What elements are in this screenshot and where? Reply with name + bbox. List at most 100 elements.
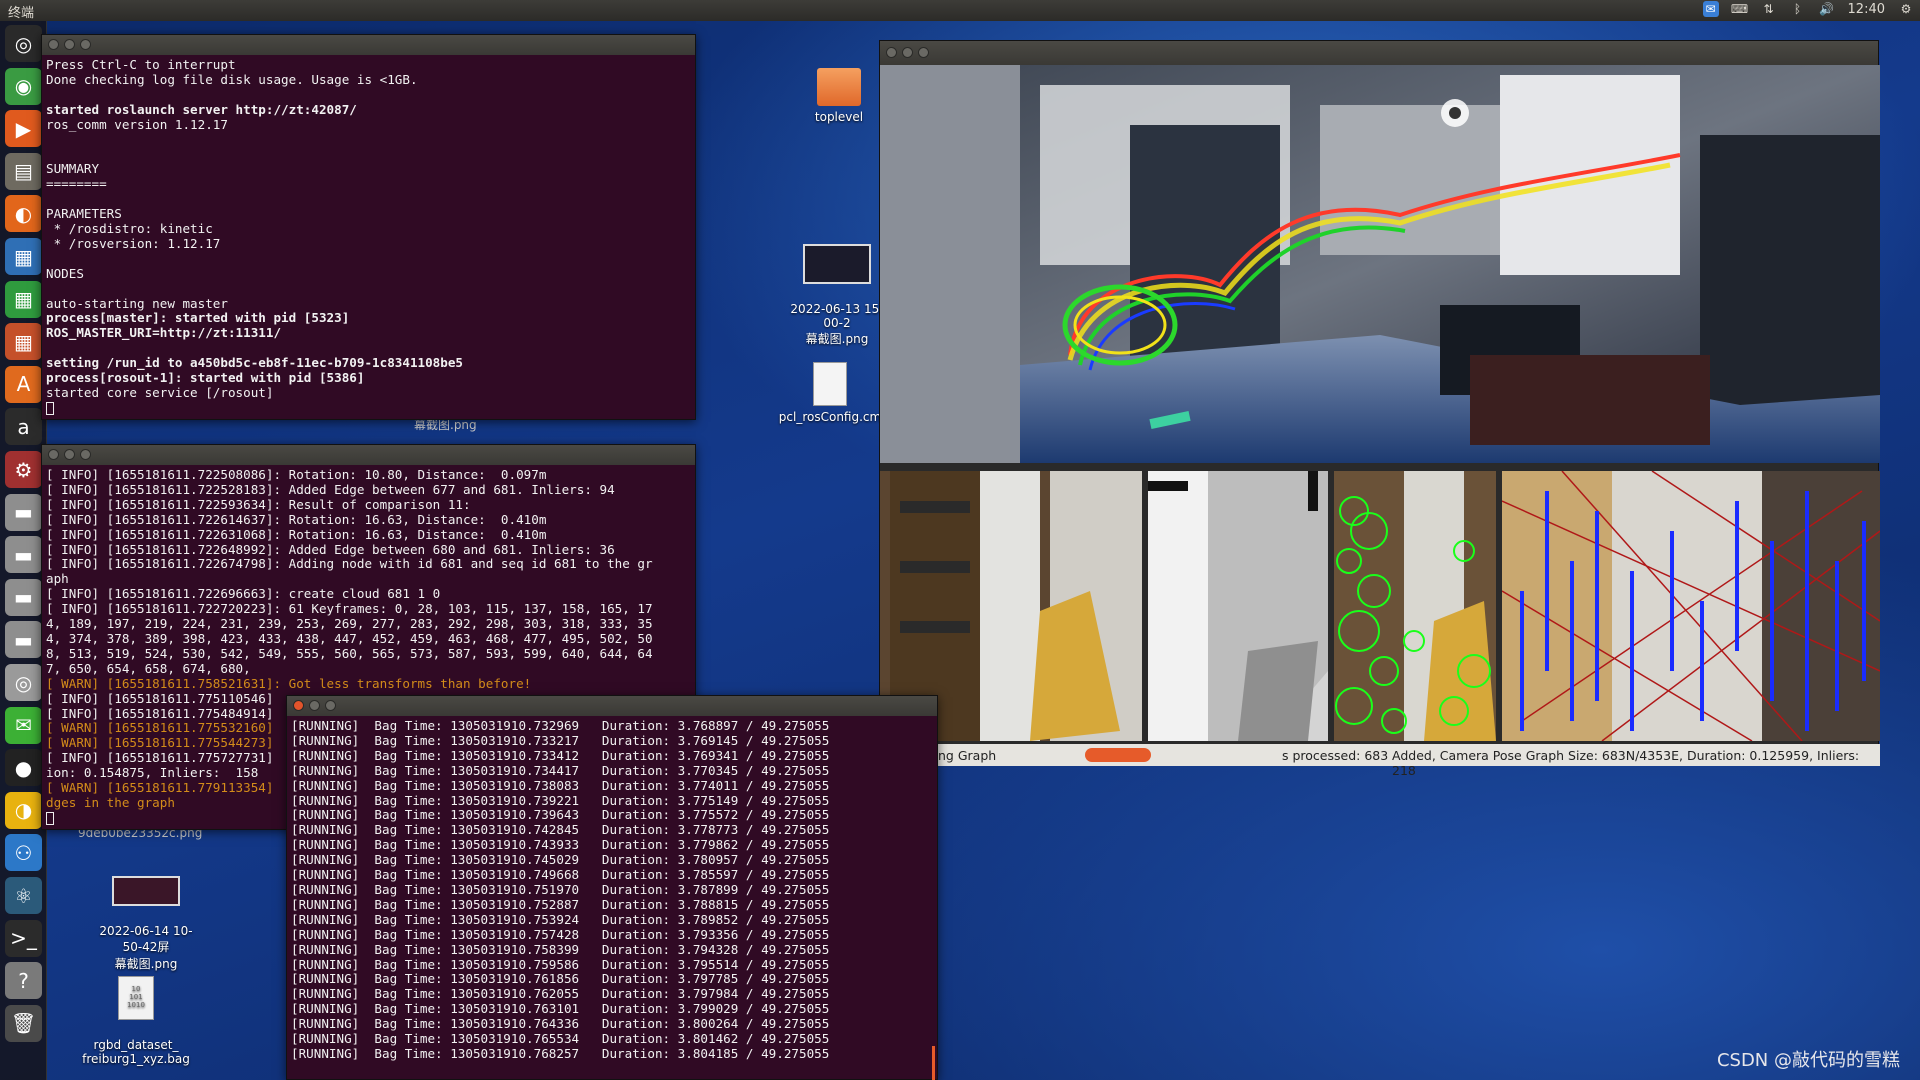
terminal-line: 4, 374, 378, 389, 398, 423, 433, 438, 44… [46,630,653,646]
drive-icon[interactable]: ▬ [5,536,42,574]
desktop-screenshot-0613[interactable]: 2022-06-13 15-00-2 幕截图.png [782,230,892,347]
terminal-line: [RUNNING] Bag Time: 1305031910.745029 Du… [291,852,830,868]
terminal-line: started roslaunch server http://zt:42087… [46,101,357,117]
terminal-line: [RUNNING] Bag Time: 1305031910.732969 Du… [291,718,830,733]
progress-indicator [1085,748,1151,762]
top-panel: 终端 ✉ ⌨ ⇅ ᛒ 🔊 12:40 ⚙ [0,0,1920,21]
terminal-line: [RUNNING] Bag Time: 1305031910.757428 Du… [291,926,830,942]
terminal-line: auto-starting new master [46,295,228,311]
help-icon[interactable]: ? [5,962,42,1000]
files-icon[interactable]: ▤ [5,152,42,190]
bluetooth-icon[interactable]: ᛒ [1790,1,1806,17]
firefox-icon[interactable]: ◐ [5,195,42,233]
terminal-line: [RUNNING] Bag Time: 1305031910.734417 Du… [291,762,830,778]
document-icon [813,362,847,406]
terminal-line: 4, 189, 197, 219, 224, 231, 239, 253, 26… [46,616,653,632]
point-cloud-3d-view[interactable] [880,65,1880,463]
close-icon[interactable] [48,39,59,50]
calc-icon[interactable]: ▦ [5,280,42,318]
terminal-line: process[master]: started with pid [5323] [46,310,350,326]
app-icon[interactable]: ◑ [5,791,42,829]
terminal-line: [RUNNING] Bag Time: 1305031910.763101 Du… [291,1001,830,1017]
terminal-line: [RUNNING] Bag Time: 1305031910.733412 Du… [291,747,830,763]
drive-icon[interactable]: ▬ [5,621,42,659]
drive-icon[interactable]: ▬ [5,493,42,531]
minimize-icon[interactable] [64,449,75,460]
terminal-line: [ INFO] [1655181611.722631068]: Rotation… [46,526,547,542]
terminal-line: * /rosversion: 1.12.17 [46,235,221,251]
clock[interactable]: 12:40 [1848,2,1885,17]
wechat-icon[interactable]: ✉ [5,706,42,744]
terminal-line: [ INFO] [1655181611.722674798]: Adding n… [46,556,653,572]
desktop-pcl-config[interactable]: pcl_rosConfig.cm [775,362,885,424]
keyboard-icon[interactable]: ⌨ [1731,1,1748,17]
terminal-window-rosbag[interactable]: [RUNNING] Bag Time: 1305031910.732969 Du… [286,695,938,1080]
desktop-bag-file[interactable]: 10 101 1010 rgbd_dataset_ freiburg1_xyz.ba… [81,962,191,1066]
qq-icon[interactable]: ● [5,749,42,787]
minimize-icon[interactable] [902,47,913,58]
terminal-line: [ INFO] [1655181611.722528183]: Added Ed… [46,481,615,497]
maximize-icon[interactable] [80,449,91,460]
rgbdslam-viewer-window[interactable]: ng Graph s processed: 683 Added, Camera … [879,40,1880,778]
terminal-line: [RUNNING] Bag Time: 1305031910.759586 Du… [291,956,830,972]
folder-icon [817,68,861,106]
terminal-line: [ INFO] [1655181611.722593634]: Result o… [46,496,471,512]
terminal-line: Done checking log file disk usage. Usage… [46,71,418,87]
desktop-screenshot-0614[interactable]: 2022-06-14 10-50-42屏 幕截图.png [91,862,201,972]
network-icon[interactable]: ⇅ [1761,1,1777,17]
disc-icon[interactable]: ◎ [5,664,42,701]
status-left-label: ng Graph [938,748,997,763]
close-icon[interactable] [48,449,59,460]
close-icon[interactable] [886,47,897,58]
ros-icon[interactable]: ⚛ [5,877,42,914]
minimize-icon[interactable] [309,700,320,711]
software-center-icon[interactable]: A [5,365,42,403]
titlebar[interactable] [287,696,937,716]
feature-keypoints-view [1334,471,1496,741]
terminal-line: [RUNNING] Bag Time: 1305031910.764336 Du… [291,1016,830,1032]
ubuntu-dash-icon[interactable]: ◎ [5,25,42,62]
trash-icon[interactable]: 🗑 [5,1004,42,1042]
impress-icon[interactable]: ▦ [5,323,42,361]
terminal-line: process[rosout-1]: started with pid [538… [46,370,365,386]
input-method-icon[interactable]: ✉ [1702,1,1719,17]
terminal-line: started core service [/rosout] [46,384,274,400]
terminal-icon[interactable]: >_ [5,919,42,957]
terminal-cursor [46,811,54,825]
pose-graph-status: Added, Camera Pose Graph Size: 683N/4353… [1392,748,1860,778]
titlebar[interactable] [42,445,695,465]
titlebar[interactable] [880,41,1878,65]
chrome-icon[interactable]: ◉ [5,67,42,105]
video-player-icon[interactable]: ▶ [5,110,42,148]
minimize-icon[interactable] [64,39,75,50]
close-icon[interactable] [293,700,304,711]
terminal-line: [RUNNING] Bag Time: 1305031910.751970 Du… [291,881,830,897]
maximize-icon[interactable] [80,39,91,50]
terminal-line: [ INFO] [1655181611.722614637]: Rotation… [46,511,547,527]
amazon-icon[interactable]: a [5,408,42,446]
terminal-line: NODES [46,265,84,281]
system-settings-icon[interactable]: ⚙ [5,451,42,488]
writer-icon[interactable]: ▦ [5,238,42,275]
maximize-icon[interactable] [325,700,336,711]
depth-image-view [1148,471,1328,741]
watermark: CSDN @敲代码的雪糕 [1716,1050,1900,1071]
maximize-icon[interactable] [918,47,929,58]
terminal-window-roscore[interactable]: Press Ctrl-C to interrupt Done checking l… [41,34,696,420]
drive-icon[interactable]: ▬ [5,578,42,616]
scrollbar[interactable] [932,1046,935,1080]
volume-icon[interactable]: 🔊 [1819,1,1835,17]
terminal-output[interactable]: Press Ctrl-C to interrupt Done checking l… [42,55,695,416]
frames-processed-label: s processed: 683 [1282,748,1389,763]
gear-icon[interactable]: ⚙ [1898,1,1914,17]
network-icon[interactable]: ⚇ [5,834,42,872]
titlebar[interactable] [42,35,695,55]
terminal-output[interactable]: [RUNNING] Bag Time: 1305031910.732969 Du… [287,716,937,1062]
desktop-folder-toplevel[interactable]: toplevel [784,68,894,124]
terminal-line: [ WARN] [1655181611.758521631]: Got less… [46,675,532,691]
